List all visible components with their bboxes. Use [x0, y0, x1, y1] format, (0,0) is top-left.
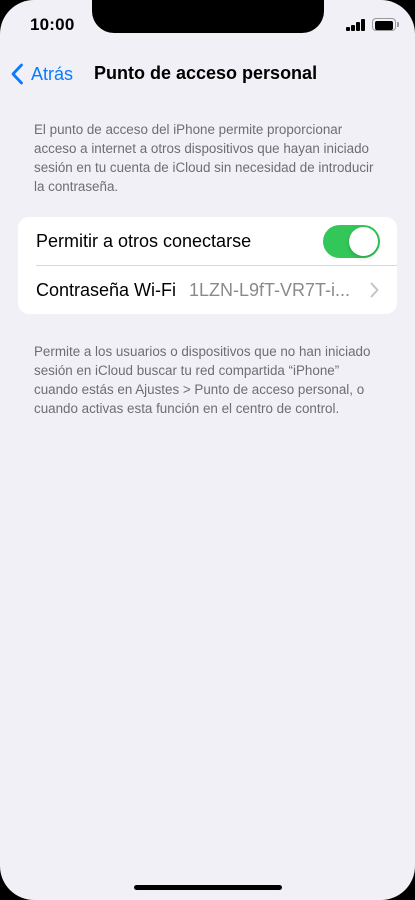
notch — [92, 0, 324, 33]
wifi-password-label: Contraseña Wi-Fi — [36, 279, 177, 300]
allow-others-toggle[interactable] — [323, 225, 380, 258]
chevron-left-icon — [11, 63, 23, 85]
back-label: Atrás — [31, 63, 74, 84]
toggle-knob — [349, 227, 378, 256]
navigation-bar: Atrás Punto de acceso personal — [0, 52, 415, 96]
status-time: 10:00 — [30, 15, 75, 34]
chevron-right-icon — [370, 282, 379, 298]
phone-screen: 10:00 Atrás Punto de acceso personal El … — [0, 0, 415, 900]
battery-icon — [372, 18, 399, 31]
description-top: El punto de acceso del iPhone permite pr… — [34, 122, 374, 194]
page-title: Punto de acceso personal — [94, 63, 318, 83]
status-bar: 10:00 — [0, 0, 415, 50]
allow-others-label: Permitir a otros conectarse — [36, 230, 252, 251]
description-bottom: Permite a los usuarios o dispositivos qu… — [34, 344, 371, 416]
allow-others-row: Permitir a otros conectarse — [18, 217, 397, 265]
settings-group: Permitir a otros conectarse Contraseña W… — [18, 217, 397, 314]
wifi-password-row[interactable]: Contraseña Wi-Fi 1LZN-L9fT-VR7T-i... — [18, 266, 397, 314]
wifi-password-value: 1LZN-L9fT-VR7T-i... — [189, 279, 351, 300]
signal-icon — [346, 19, 366, 31]
home-indicator[interactable] — [134, 885, 282, 890]
back-button[interactable]: Atrás — [10, 60, 73, 88]
